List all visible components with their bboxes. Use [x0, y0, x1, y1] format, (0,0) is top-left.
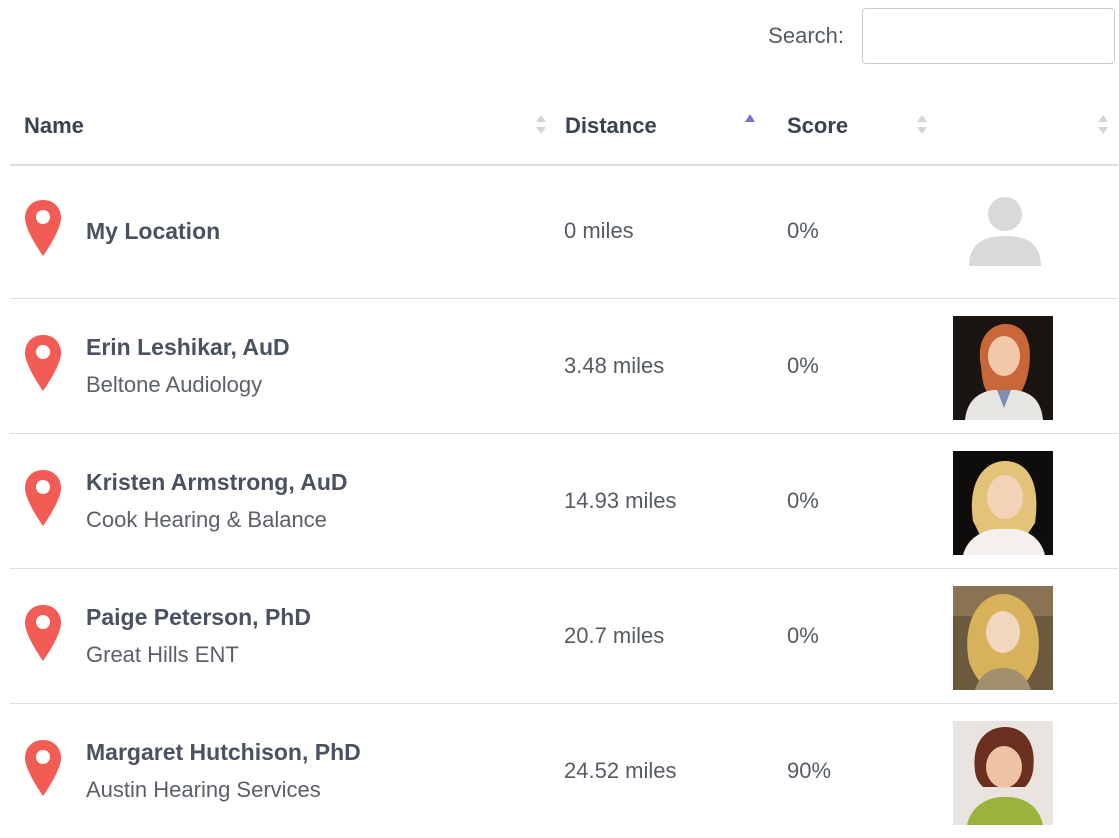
table-row[interactable]: My Location 0 miles 0%	[10, 164, 1118, 299]
search-label: Search:	[768, 23, 844, 48]
practice-name: Great Hills ENT	[86, 642, 239, 667]
score-cell: 0%	[787, 623, 819, 648]
provider-name[interactable]: My Location	[86, 212, 526, 250]
provider-name[interactable]: Margaret Hutchison, PhD	[86, 733, 526, 771]
sort-both-icon	[917, 115, 927, 137]
table-row[interactable]: Kristen Armstrong, AuD Cook Hearing & Ba…	[10, 434, 1118, 569]
distance-cell: 20.7 miles	[564, 623, 665, 648]
search-input[interactable]	[862, 8, 1115, 64]
sort-both-icon	[1098, 115, 1108, 137]
column-header-distance-label: Distance	[565, 113, 657, 138]
sort-ascending-icon	[745, 114, 755, 122]
map-pin-icon[interactable]	[22, 333, 64, 393]
name-cell: Erin Leshikar, AuD Beltone Audiology	[86, 299, 526, 433]
map-pin-icon[interactable]	[22, 603, 64, 663]
practice-name: Cook Hearing & Balance	[86, 507, 327, 532]
column-header-score[interactable]: Score	[787, 88, 927, 164]
provider-name[interactable]: Erin Leshikar, AuD	[86, 328, 526, 366]
practice-name: Austin Hearing Services	[86, 777, 321, 802]
distance-cell: 3.48 miles	[564, 353, 665, 378]
map-pin-icon[interactable]	[22, 738, 64, 798]
map-pin-icon[interactable]	[22, 198, 64, 258]
profile-photo[interactable]	[953, 721, 1053, 825]
profile-photo[interactable]	[953, 451, 1053, 555]
name-cell: Paige Peterson, PhD Great Hills ENT	[86, 569, 526, 703]
column-header-distance[interactable]: Distance	[565, 88, 755, 164]
column-header-photo[interactable]	[942, 88, 1118, 164]
search-bar: Search:	[768, 8, 1115, 64]
map-pin-icon[interactable]	[22, 468, 64, 528]
score-cell: 0%	[787, 353, 819, 378]
sort-both-icon	[536, 115, 546, 137]
column-header-name[interactable]: Name	[24, 88, 546, 164]
column-header-name-label: Name	[24, 113, 84, 138]
provider-name[interactable]: Kristen Armstrong, AuD	[86, 463, 526, 501]
name-cell: My Location	[86, 164, 526, 298]
name-cell: Kristen Armstrong, AuD Cook Hearing & Ba…	[86, 434, 526, 568]
profile-photo[interactable]	[953, 586, 1053, 690]
column-header-score-label: Score	[787, 113, 849, 138]
score-cell: 0%	[787, 488, 819, 513]
provider-name[interactable]: Paige Peterson, PhD	[86, 598, 526, 636]
distance-cell: 14.93 miles	[564, 488, 677, 513]
distance-cell: 0 miles	[564, 218, 634, 243]
profile-photo[interactable]	[953, 316, 1053, 420]
practice-name: Beltone Audiology	[86, 372, 263, 397]
score-cell: 0%	[787, 218, 819, 243]
results-table-body: My Location 0 miles 0% Erin Leshikar, Au…	[10, 164, 1118, 838]
placeholder-avatar-icon	[969, 197, 1041, 266]
table-row[interactable]: Erin Leshikar, AuD Beltone Audiology 3.4…	[10, 299, 1118, 434]
table-header: Name Distance Score	[10, 88, 1118, 166]
table-row[interactable]: Paige Peterson, PhD Great Hills ENT 20.7…	[10, 569, 1118, 704]
